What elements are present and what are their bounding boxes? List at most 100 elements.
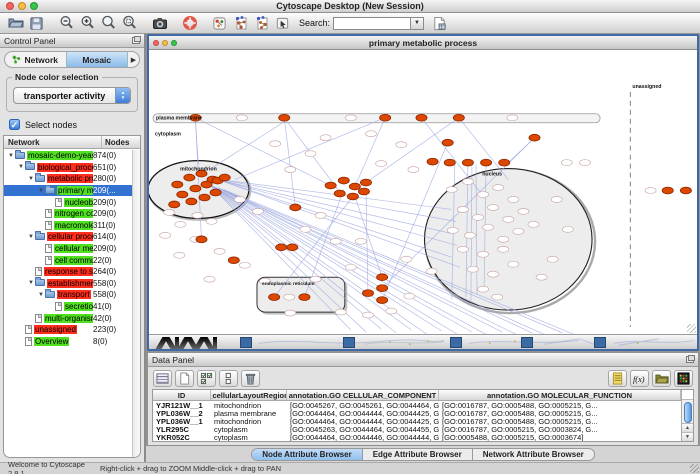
node-unselected [507,115,518,121]
canvas-resize-grip[interactable] [687,324,696,333]
import-network-icon[interactable] [429,14,450,32]
tab-mosaic[interactable]: Mosaic [66,52,129,67]
network-graph[interactable]: plasma membranecytoplasmmitochondrionnuc… [149,50,697,334]
minimize-button[interactable] [18,2,26,10]
tab-network[interactable]: Network [5,52,66,67]
expand-triangle-icon[interactable]: ▼ [27,176,35,182]
snapshot-icon[interactable] [149,14,170,32]
zoom-in-icon[interactable] [77,14,98,32]
tree-scrollbar[interactable] [132,150,140,457]
layout-nodes-icon[interactable] [230,14,251,32]
tree-row[interactable]: response to stimulu264(0) [4,266,140,278]
scrollbar-thumb[interactable] [684,402,692,423]
expand-triangle-icon[interactable]: ▼ [27,234,35,240]
import-attributes-icon[interactable] [652,370,671,387]
tree-row[interactable]: Overview8(0) [4,336,140,348]
float-panel-icon[interactable] [132,37,140,44]
matrix-icon[interactable] [674,370,693,387]
tree-row-count: 558(0) [93,290,130,299]
edge [508,138,534,163]
tree-row[interactable]: ▼mosaic-demo-yeast874(0) [4,150,140,162]
expand-triangle-icon[interactable]: ▼ [37,292,45,298]
table-cell: [GO:0016787, GO:0005488, GO:0005215, G..… [439,441,681,442]
node-unselected [204,276,215,282]
formula-icon[interactable]: f(x) [630,370,649,387]
network-canvas[interactable]: plasma membranecytoplasmmitochondrionnuc… [149,50,697,334]
tree-row[interactable]: nitrogen compo209(0) [4,208,140,220]
node-unselected [285,167,296,173]
scroll-up-icon[interactable]: ▲ [682,423,693,432]
node-unselected [401,256,412,262]
expand-triangle-icon[interactable]: ▼ [27,280,35,286]
node-color-dropdown[interactable]: transporter activity ▲▼ [13,87,131,104]
delete-attribute-icon[interactable] [241,370,260,387]
tree-row[interactable]: cellular metabo209(0) [4,243,140,255]
column-header[interactable]: annotation.GO CELLULAR_COMPONENT [287,390,439,400]
unselect-attributes-icon[interactable] [219,370,238,387]
tab-network-attribute-browser[interactable]: Network Attribute Browser [473,449,594,460]
tree-row[interactable]: nucleobase-209(0) [4,196,140,208]
zoom-button[interactable] [30,2,38,10]
graphics-details-icon[interactable] [209,14,230,32]
tree-row[interactable]: cell communicat22(0) [4,254,140,266]
open-icon[interactable] [5,14,26,32]
node-selected [380,114,391,121]
close-button[interactable] [6,2,14,10]
search-input[interactable] [333,17,411,30]
zoom-fit-icon[interactable] [98,14,119,32]
select-attributes-icon[interactable] [197,370,216,387]
attribute-table-icon[interactable] [153,370,172,387]
tabs-scroll-right-icon[interactable]: ▶ [128,56,139,64]
tree-row[interactable]: ▼cellular process614(0) [4,231,140,243]
zoom-out-icon[interactable] [56,14,77,32]
expand-triangle-icon[interactable]: ▼ [37,188,45,194]
expand-triangle-icon[interactable]: ▼ [17,164,25,170]
scroll-down-icon[interactable]: ▼ [682,432,693,441]
new-attribute-icon[interactable] [175,370,194,387]
tree-row[interactable]: ▼transport558(0) [4,289,140,301]
tree-col-nodes[interactable]: Nodes [102,138,140,147]
tree-row[interactable]: ▼metabolic process280(0) [4,173,140,185]
layout-edges-icon[interactable] [251,14,272,32]
float-data-panel-icon[interactable] [686,356,694,363]
page-icon [25,337,32,346]
node-selected [177,191,188,198]
expand-triangle-icon[interactable]: ▼ [7,153,15,159]
node-unselected [518,208,529,214]
tree-row[interactable]: ▼establishment of lo558(0) [4,278,140,290]
node-unselected [547,256,558,262]
table-scrollbar[interactable]: ▲ ▼ [681,390,693,441]
select-nodes-checkbox[interactable]: ✓ [9,119,20,130]
tree-row-label: nucleobase- [64,198,93,207]
tab-edge-attribute-browser[interactable]: Edge Attribute Browser [363,449,473,460]
network-view-titlebar[interactable]: primary metabolic process [149,36,697,50]
tree-row-count: 558(0) [93,279,130,288]
tree-row[interactable]: ▼primary metabo209(... [4,185,140,197]
column-header[interactable]: annotation.GO MOLECULAR_FUNCTION [439,390,681,400]
window-resize-grip[interactable] [690,464,699,473]
annotation-icon[interactable] [272,14,293,32]
tree-col-network[interactable]: Network [4,136,102,148]
node-selected [362,290,373,297]
tree-row[interactable]: unassigned223(0) [4,324,140,336]
column-header[interactable]: _cellularLayoutRegion [211,390,287,400]
tree-row[interactable]: multi-organism pro42(0) [4,312,140,324]
node-unselected [236,115,247,121]
network-tree: Network Nodes ▼mosaic-demo-yeast874(0)▼b… [3,135,141,458]
frame-close-button[interactable] [153,40,159,46]
tree-row[interactable]: ▼biological_process651(0) [4,162,140,174]
page-icon [45,244,52,253]
tree-row[interactable]: macromolecule311(0) [4,220,140,232]
zoom-selected-icon[interactable] [119,14,140,32]
control-panel-header: Control Panel [0,34,144,48]
node-unselected [175,221,186,227]
tree-row[interactable]: secretion41(0) [4,301,140,313]
save-icon[interactable] [26,14,47,32]
frame-minimize-button[interactable] [162,40,168,46]
tab-node-attribute-browser[interactable]: Node Attribute Browser [252,449,363,460]
frame-zoom-button[interactable] [171,40,177,46]
attribute-batch-icon[interactable] [608,370,627,387]
search-dropdown-button[interactable]: ▼ [411,17,424,30]
help-ring-icon[interactable] [179,14,200,32]
column-header[interactable]: ID [153,390,211,400]
